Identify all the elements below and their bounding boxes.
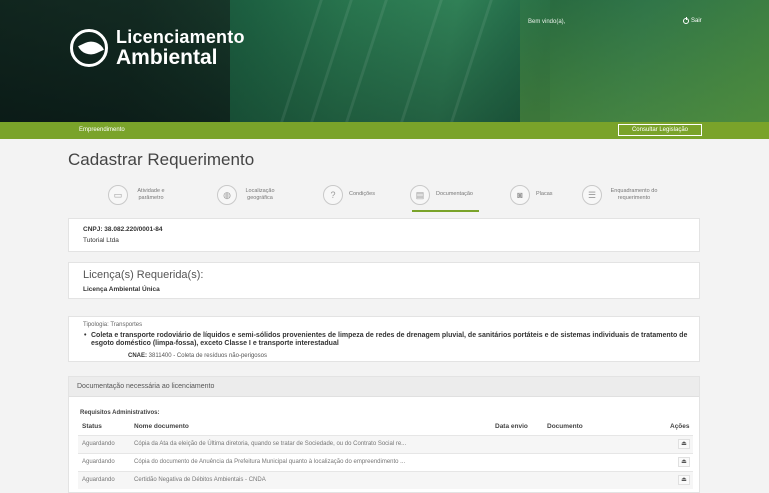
row-document-name: Certidão Negativa de Débitos Ambientais … [134, 477, 266, 483]
logo-line1: Licenciamento [116, 27, 245, 47]
table-row[interactable]: Aguardando Certidão Negativa de Débitos … [78, 471, 693, 489]
column-header-name: Nome documento [134, 423, 189, 430]
documents-header: Documentação necessária ao licenciamento [69, 377, 699, 397]
page: Licenciamento Ambiental Bem vindo(a), Sa… [0, 0, 769, 493]
step-label: Condições [349, 191, 375, 198]
upload-button[interactable]: ⏏ [678, 457, 690, 467]
requirements-subheading: Requisitos Administrativos: [80, 410, 160, 416]
typology-text: Coleta e transporte rodoviário de líquid… [91, 332, 688, 348]
row-status: Aguardando [82, 459, 115, 465]
upload-button[interactable]: ⏏ [678, 439, 690, 449]
power-icon [683, 17, 689, 24]
typology-label: Tipologia: Transportes [83, 322, 143, 328]
license-card: Licença(s) Requerida(s): Licença Ambient… [68, 262, 700, 299]
document-icon: ▭ [108, 185, 128, 205]
upload-icon: ⏏ [681, 477, 687, 483]
cnae-line: CNAE: 3811400 - Coleta de resíduos não-p… [128, 353, 267, 359]
vehicle-icon: ◙ [510, 185, 530, 205]
column-header-actions: Ações [670, 423, 690, 430]
checklist-icon: ☰ [582, 185, 602, 205]
cnae-value: 3811400 - Coleta de resíduos não-perigos… [148, 353, 267, 359]
row-document-name: Cópia da Ata da eleição de Última direto… [134, 441, 407, 447]
logout-button[interactable]: Sair [683, 17, 702, 24]
documents-card: Documentação necessária ao licenciamento… [68, 376, 700, 493]
logo-line2: Ambiental [116, 46, 218, 69]
documents-icon: ▤ [410, 185, 430, 205]
welcome-text: Bem vindo(a), [528, 19, 566, 25]
row-status: Aguardando [82, 477, 115, 483]
step-atividade[interactable]: ▭ Atividade e parâmetro [108, 180, 168, 210]
step-label: Atividade e parâmetro [137, 187, 165, 201]
step-label: Enquadramento do requerimento [610, 187, 658, 201]
header-banner: Licenciamento Ambiental Bem vindo(a), Sa… [0, 0, 769, 122]
step-label: Placas [536, 191, 553, 198]
table-row[interactable]: Aguardando Cópia da Ata da eleição de Úl… [78, 435, 693, 453]
step-placas[interactable]: ◙ Placas [510, 180, 553, 210]
column-header-date: Data envio [495, 423, 528, 430]
column-header-document: Documento [547, 423, 583, 430]
step-documentacao[interactable]: ▤ Documentação [410, 180, 479, 212]
consult-legislation-button[interactable]: Consultar Legislação [618, 124, 702, 136]
logo-text: Licenciamento Ambiental [116, 28, 245, 68]
logo[interactable]: Licenciamento Ambiental [70, 28, 245, 68]
typology-description: • Coleta e transporte rodoviário de líqu… [84, 332, 696, 348]
page-title: Cadastrar Requerimento [68, 150, 255, 169]
row-document-name: Cópia do documento de Anuência da Prefei… [134, 459, 406, 465]
question-icon: ? [323, 185, 343, 205]
cnae-label: CNAE: [128, 353, 147, 359]
column-header-status: Status [82, 423, 102, 430]
navbar: Empreendimento Consultar Legislação [0, 122, 769, 139]
upload-button[interactable]: ⏏ [678, 475, 690, 485]
typology-card: Tipologia: Transportes • Coleta e transp… [68, 316, 700, 362]
leaf-icon [70, 29, 108, 67]
company-cnpj: CNPJ: 38.082.220/0001-84 [83, 226, 163, 233]
bullet: • [84, 332, 87, 339]
upload-icon: ⏏ [681, 459, 687, 465]
table-row[interactable]: Aguardando Cópia do documento de Anuênci… [78, 453, 693, 471]
documents-heading: Documentação necessária ao licenciamento [77, 383, 215, 390]
step-condicoes[interactable]: ? Condições [323, 180, 375, 210]
company-name: Tutorial Ltda [83, 237, 119, 244]
banner-photo-center [230, 0, 550, 122]
row-status: Aguardando [82, 441, 115, 447]
step-label: Localização geográfica [245, 187, 275, 201]
wizard-steps: ▭ Atividade e parâmetro ◍ Localização ge… [100, 180, 700, 212]
license-value: Licença Ambiental Única [83, 286, 160, 293]
logout-label: Sair [691, 18, 702, 24]
step-localizacao[interactable]: ◍ Localização geográfica [217, 180, 277, 210]
company-card: CNPJ: 38.082.220/0001-84 Tutorial Ltda [68, 218, 700, 252]
step-label: Documentação [436, 191, 473, 198]
navbar-section-link[interactable]: Empreendimento [79, 127, 125, 133]
globe-icon: ◍ [217, 185, 237, 205]
upload-icon: ⏏ [681, 441, 687, 447]
step-enquadramento[interactable]: ☰ Enquadramento do requerimento [582, 180, 660, 210]
license-heading: Licença(s) Requerida(s): [83, 269, 204, 281]
